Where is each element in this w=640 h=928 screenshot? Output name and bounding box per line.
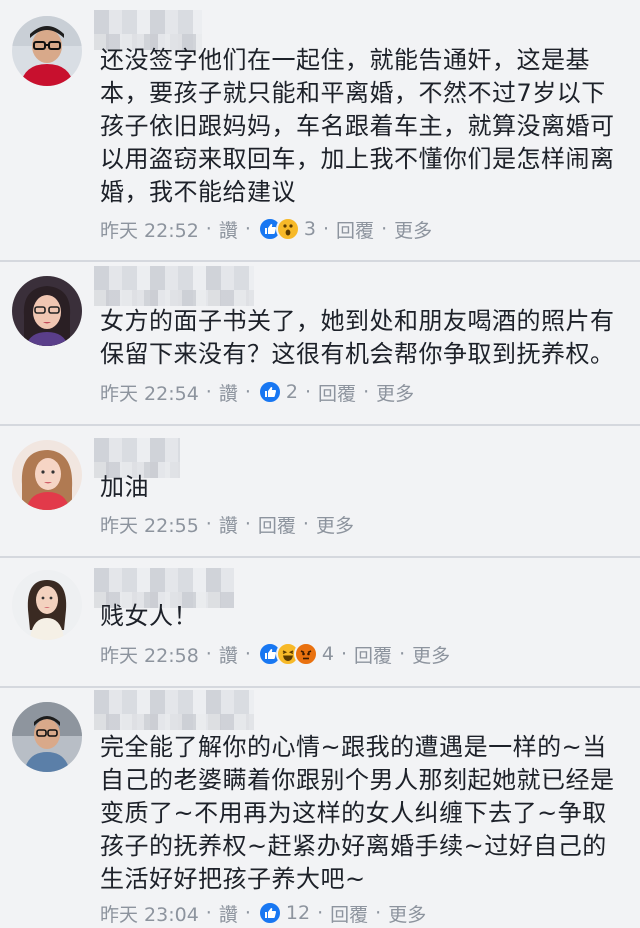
like-button[interactable]: 讚: [219, 641, 238, 668]
avatar[interactable]: [12, 702, 82, 772]
timestamp[interactable]: 昨天 23:04: [100, 900, 199, 927]
reaction-count: 4: [321, 643, 334, 665]
reaction-count: 2: [285, 381, 298, 403]
divider: [0, 424, 640, 426]
reply-button[interactable]: 回覆: [354, 641, 392, 668]
reaction-summary[interactable]: 2: [257, 380, 298, 404]
reaction-summary[interactable]: 3: [257, 217, 316, 241]
more-button[interactable]: 更多: [394, 216, 432, 243]
timestamp[interactable]: 昨天 22:58: [100, 641, 199, 668]
commenter-name-redacted[interactable]: [94, 690, 254, 730]
avatar[interactable]: [12, 440, 82, 510]
more-button[interactable]: 更多: [316, 511, 354, 538]
reply-button[interactable]: 回覆: [336, 216, 374, 243]
more-button[interactable]: 更多: [388, 900, 426, 927]
comment-meta: 昨天 22:58 · 讚 · 4 · 回覆 · 更多: [100, 639, 450, 669]
more-button[interactable]: 更多: [412, 641, 450, 668]
reaction-summary[interactable]: 4: [257, 642, 334, 666]
wow-icon: [275, 217, 300, 241]
timestamp[interactable]: 昨天 22:54: [100, 379, 199, 406]
avatar[interactable]: [12, 276, 82, 346]
like-icon: [257, 901, 282, 925]
reaction-count: 3: [303, 218, 316, 240]
timestamp[interactable]: 昨天 22:55: [100, 511, 199, 538]
reaction-summary[interactable]: 12: [257, 901, 311, 925]
comment-meta: 昨天 22:55 · 讚 · 回覆 · 更多: [100, 509, 354, 539]
reply-button[interactable]: 回覆: [318, 379, 356, 406]
divider: [0, 686, 640, 688]
like-button[interactable]: 讚: [219, 900, 238, 927]
comment-meta: 昨天 22:52 · 讚 · 3 · 回覆 · 更多: [100, 214, 432, 244]
reply-button[interactable]: 回覆: [330, 900, 368, 927]
angry-icon: [293, 642, 318, 666]
comment-text: 加油: [100, 473, 149, 501]
comment-meta: 昨天 22:54 · 讚 · 2 · 回覆 · 更多: [100, 377, 414, 407]
like-icon: [257, 380, 282, 404]
like-button[interactable]: 讚: [219, 216, 238, 243]
like-button[interactable]: 讚: [219, 511, 238, 538]
comment-text: 完全能了解你的心情~跟我的遭遇是一样的~当自己的老婆瞒着你跟别个男人那刻起她就已…: [100, 733, 615, 893]
commenter-name-redacted[interactable]: [94, 266, 254, 306]
like-button[interactable]: 讚: [219, 379, 238, 406]
comment-text: 还没签字他们在一起住，就能告通奸，这是基本，要孩子就只能和平离婚，不然不过7岁以…: [100, 46, 615, 206]
comment-meta: 昨天 23:04 · 讚 · 12 · 回覆 · 更多: [100, 898, 426, 928]
comment-text: 女方的面子书关了，她到处和朋友喝酒的照片有保留下来没有？这很有机会帮你争取到抚养…: [100, 307, 615, 368]
more-button[interactable]: 更多: [376, 379, 414, 406]
reply-button[interactable]: 回覆: [258, 511, 296, 538]
divider: [0, 260, 640, 262]
avatar[interactable]: [12, 570, 82, 640]
avatar[interactable]: [12, 16, 82, 86]
comment-text: 贱女人！: [100, 602, 198, 630]
reaction-count: 12: [285, 902, 311, 924]
timestamp[interactable]: 昨天 22:52: [100, 216, 199, 243]
divider: [0, 556, 640, 558]
